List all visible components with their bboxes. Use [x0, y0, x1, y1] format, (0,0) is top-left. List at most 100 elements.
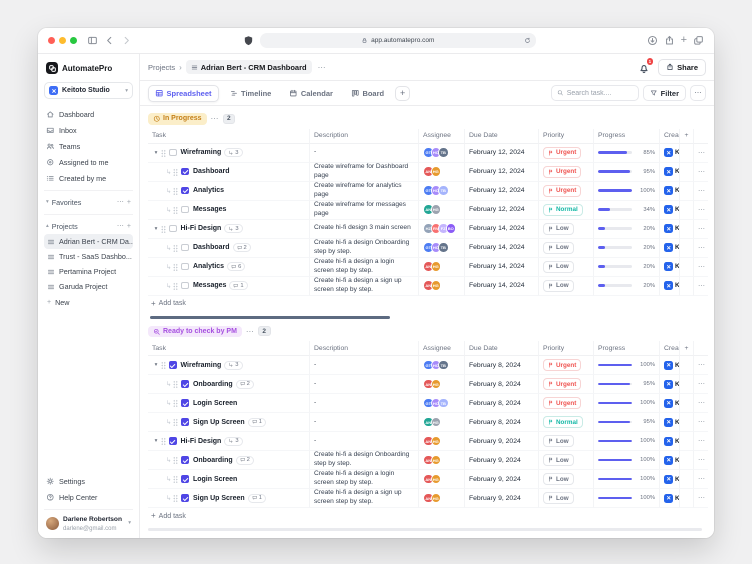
- tab-calendar[interactable]: Calendar: [282, 85, 340, 102]
- due-date[interactable]: February 12, 2024: [465, 144, 539, 163]
- priority-badge[interactable]: Urgent: [543, 359, 581, 371]
- column-header-due-date[interactable]: Due Date: [465, 129, 539, 144]
- drag-handle[interactable]: [161, 361, 166, 369]
- sidebar-project-adrian-bert-crm-da[interactable]: Adrian Bert - CRM Da...: [44, 234, 133, 249]
- priority-badge[interactable]: Low: [543, 435, 574, 447]
- reload-icon[interactable]: [524, 37, 531, 44]
- favorites-more-button[interactable]: ⋯: [117, 199, 124, 206]
- task-description[interactable]: Create hi-fi a design a sign up screen s…: [314, 489, 414, 506]
- row-menu-button[interactable]: ⋯: [698, 361, 705, 369]
- tab-timeline[interactable]: Timeline: [223, 85, 279, 102]
- assignee-avatars[interactable]: GTHCTB: [423, 398, 449, 409]
- group-more-button[interactable]: ⋯: [246, 327, 254, 336]
- assignee-avatars[interactable]: GTHCTB: [423, 360, 449, 371]
- task-description[interactable]: Create hi-fi a design a login screen ste…: [314, 258, 414, 275]
- address-bar[interactable]: app.automatepro.com: [260, 33, 536, 48]
- task-title[interactable]: Dashboard: [193, 244, 230, 251]
- due-date[interactable]: February 12, 2024: [465, 201, 539, 220]
- shield-icon[interactable]: [243, 35, 254, 46]
- column-header-progress[interactable]: Progress: [594, 341, 660, 356]
- task-title[interactable]: Analytics: [193, 187, 224, 194]
- comment-count-badge[interactable]: 6: [227, 262, 245, 271]
- due-date[interactable]: February 9, 2024: [465, 470, 539, 489]
- assignee-avatars[interactable]: HZRVFZBO: [423, 223, 456, 234]
- column-header-assignee[interactable]: Assignee: [419, 129, 465, 144]
- column-header-progress[interactable]: Progress: [594, 129, 660, 144]
- add-column-button[interactable]: +: [680, 129, 694, 144]
- sidebar-item-settings[interactable]: Settings: [44, 473, 133, 489]
- comment-count-badge[interactable]: 1: [229, 281, 247, 290]
- task-checkbox[interactable]: [181, 206, 189, 214]
- row-menu-button[interactable]: ⋯: [698, 399, 705, 407]
- drag-handle[interactable]: [173, 380, 178, 388]
- task-description[interactable]: Create wireframe for Dashboard page: [314, 163, 414, 180]
- breadcrumb[interactable]: Projects: [148, 63, 175, 72]
- due-date[interactable]: February 14, 2024: [465, 239, 539, 258]
- due-date[interactable]: February 8, 2024: [465, 356, 539, 375]
- add-task-button[interactable]: + Add task: [148, 296, 710, 312]
- task-title[interactable]: Login Screen: [193, 400, 237, 407]
- due-date[interactable]: February 14, 2024: [465, 258, 539, 277]
- expand-caret-icon[interactable]: ▾: [152, 438, 160, 444]
- row-menu-button[interactable]: ⋯: [698, 263, 705, 271]
- drag-handle[interactable]: [173, 263, 178, 271]
- assignee-avatars[interactable]: ANHG: [423, 261, 441, 272]
- horizontal-scrollbar-thumb[interactable]: [150, 316, 390, 319]
- task-checkbox[interactable]: [181, 282, 189, 290]
- comment-count-badge[interactable]: 1: [248, 494, 266, 503]
- task-description[interactable]: -: [314, 148, 316, 157]
- due-date[interactable]: February 8, 2024: [465, 375, 539, 394]
- priority-badge[interactable]: Normal: [543, 204, 583, 216]
- column-header-created[interactable]: Crea: [660, 341, 680, 356]
- assignee-avatars[interactable]: ANHG: [423, 204, 441, 215]
- add-task-button[interactable]: + Add task: [148, 508, 710, 524]
- sidebar-item-assigned-to-me[interactable]: Assigned to me: [44, 154, 133, 170]
- drag-handle[interactable]: [161, 149, 166, 157]
- task-title[interactable]: Wireframing: [181, 362, 222, 369]
- task-checkbox[interactable]: [181, 244, 189, 252]
- task-title[interactable]: Dashboard: [193, 168, 230, 175]
- expand-caret-icon[interactable]: ▾: [152, 226, 160, 232]
- assignee-avatars[interactable]: ANHG: [423, 474, 441, 485]
- share-button[interactable]: Share: [658, 59, 706, 76]
- column-header-due-date[interactable]: Due Date: [465, 341, 539, 356]
- task-checkbox[interactable]: [181, 380, 189, 388]
- task-checkbox[interactable]: [181, 263, 189, 271]
- column-header-description[interactable]: Description: [310, 129, 419, 144]
- assignee-avatars[interactable]: ANHG: [423, 455, 441, 466]
- task-description[interactable]: -: [314, 437, 316, 446]
- group-more-button[interactable]: ⋯: [211, 114, 219, 123]
- due-date[interactable]: February 14, 2024: [465, 277, 539, 296]
- task-title[interactable]: Wireframing: [181, 149, 222, 156]
- task-title[interactable]: Login Screen: [193, 476, 237, 483]
- due-date[interactable]: February 12, 2024: [465, 182, 539, 201]
- column-header-created[interactable]: Crea: [660, 129, 680, 144]
- drag-handle[interactable]: [173, 475, 178, 483]
- new-project-button[interactable]: +New: [44, 294, 133, 311]
- task-checkbox[interactable]: [169, 225, 177, 233]
- tab-board[interactable]: Board: [344, 85, 391, 102]
- row-menu-button[interactable]: ⋯: [698, 418, 705, 426]
- row-menu-button[interactable]: ⋯: [698, 475, 705, 483]
- subtask-count-badge[interactable]: 3: [224, 437, 242, 446]
- tab-overview-icon[interactable]: [693, 35, 704, 46]
- group-status-badge[interactable]: In Progress: [148, 113, 207, 125]
- subtask-count-badge[interactable]: 3: [224, 148, 242, 157]
- assignee-avatars[interactable]: ANHG: [423, 280, 441, 291]
- sidebar-project-pertamina-project[interactable]: Pertamina Project: [44, 264, 133, 279]
- row-menu-button[interactable]: ⋯: [698, 168, 705, 176]
- row-menu-button[interactable]: ⋯: [698, 225, 705, 233]
- zoom-window-button[interactable]: [70, 37, 77, 44]
- priority-badge[interactable]: Urgent: [543, 147, 581, 159]
- browser-sidebar-icon[interactable]: [87, 35, 98, 46]
- horizontal-scrollbar[interactable]: [148, 528, 702, 531]
- priority-badge[interactable]: Low: [543, 473, 574, 485]
- expand-caret-icon[interactable]: ▾: [152, 150, 160, 156]
- projects-more-button[interactable]: ⋯: [117, 223, 124, 230]
- workspace-switcher[interactable]: Keitoto Studio ▾: [44, 82, 133, 99]
- app-logo[interactable]: AutomatePro: [44, 61, 133, 75]
- task-checkbox[interactable]: [181, 187, 189, 195]
- comment-count-badge[interactable]: 2: [236, 456, 254, 465]
- drag-handle[interactable]: [173, 187, 178, 195]
- task-title[interactable]: Sign Up Screen: [193, 495, 245, 502]
